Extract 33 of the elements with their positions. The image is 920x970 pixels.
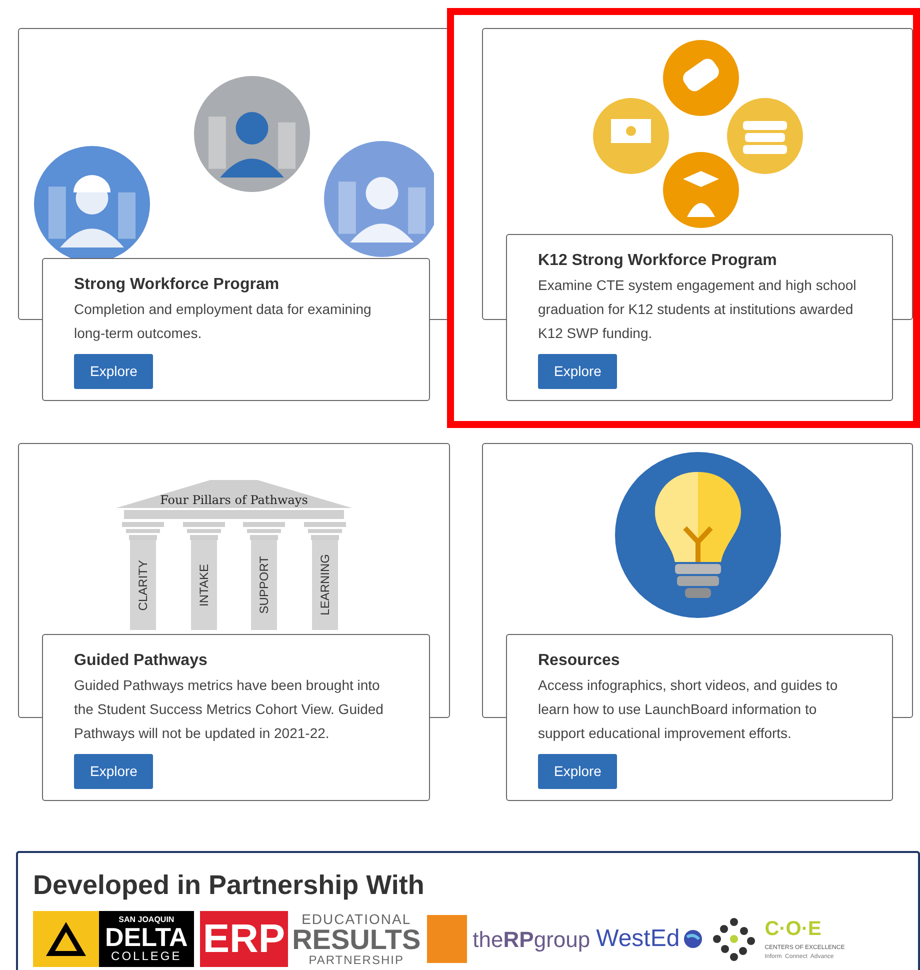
card-title: Resources xyxy=(538,651,620,671)
logo-text: COLLEGE xyxy=(111,950,182,962)
card-description: Guided Pathways metrics have been brought into the Student Success Metrics Cohort View. Guided Pathways will not be updated in 2021-22. xyxy=(74,676,384,743)
partners-title: Developed in Partnership With xyxy=(33,869,426,902)
card-description: Examine CTE system engagement and high school graduation for K12 students at institutions awarded K12 SWP funding. xyxy=(538,276,858,343)
card-title: K12 Strong Workforce Program xyxy=(538,251,777,271)
triangle-icon xyxy=(44,920,88,958)
pillars-title: Four Pillars of Pathways xyxy=(116,480,352,508)
explore-button[interactable]: Explore xyxy=(74,354,154,389)
logo-square-icon xyxy=(426,915,467,963)
logo-text: RESULTS xyxy=(292,926,421,954)
logo-text: DELTA xyxy=(105,924,188,950)
worker-circle-icon xyxy=(194,76,310,192)
pillar-label: LEARNING xyxy=(318,554,331,616)
lightbulb-icon xyxy=(612,450,782,620)
logo-text: SAN JOAQUIN xyxy=(118,916,174,924)
explore-button[interactable]: Explore xyxy=(538,354,618,389)
pillar-label: SUPPORT xyxy=(258,556,270,614)
globe-icon xyxy=(682,929,703,949)
logo-text: theRPgroup xyxy=(472,926,590,954)
logo-text: C·O·E xyxy=(764,918,822,938)
explore-button[interactable]: Explore xyxy=(538,754,618,789)
logo-text: EDUCATIONAL xyxy=(302,912,412,926)
pillar-label: CLARITY xyxy=(137,560,149,610)
logo-text: ERP xyxy=(200,911,288,967)
card-title: Guided Pathways xyxy=(74,651,208,671)
card-description: Completion and employment data for examining long-term outcomes. xyxy=(74,300,372,343)
card-description: Access infographics, short videos, and guides to learn how to use LaunchBoard information to support educational improvement efforts. xyxy=(538,676,839,743)
pillar-label: INTAKE xyxy=(198,564,210,606)
logo-text: PARTNERSHIP xyxy=(308,954,404,966)
explore-button[interactable]: Explore xyxy=(74,754,154,789)
card-title: Strong Workforce Program xyxy=(74,275,280,295)
logo-text: WestEd xyxy=(596,924,680,954)
